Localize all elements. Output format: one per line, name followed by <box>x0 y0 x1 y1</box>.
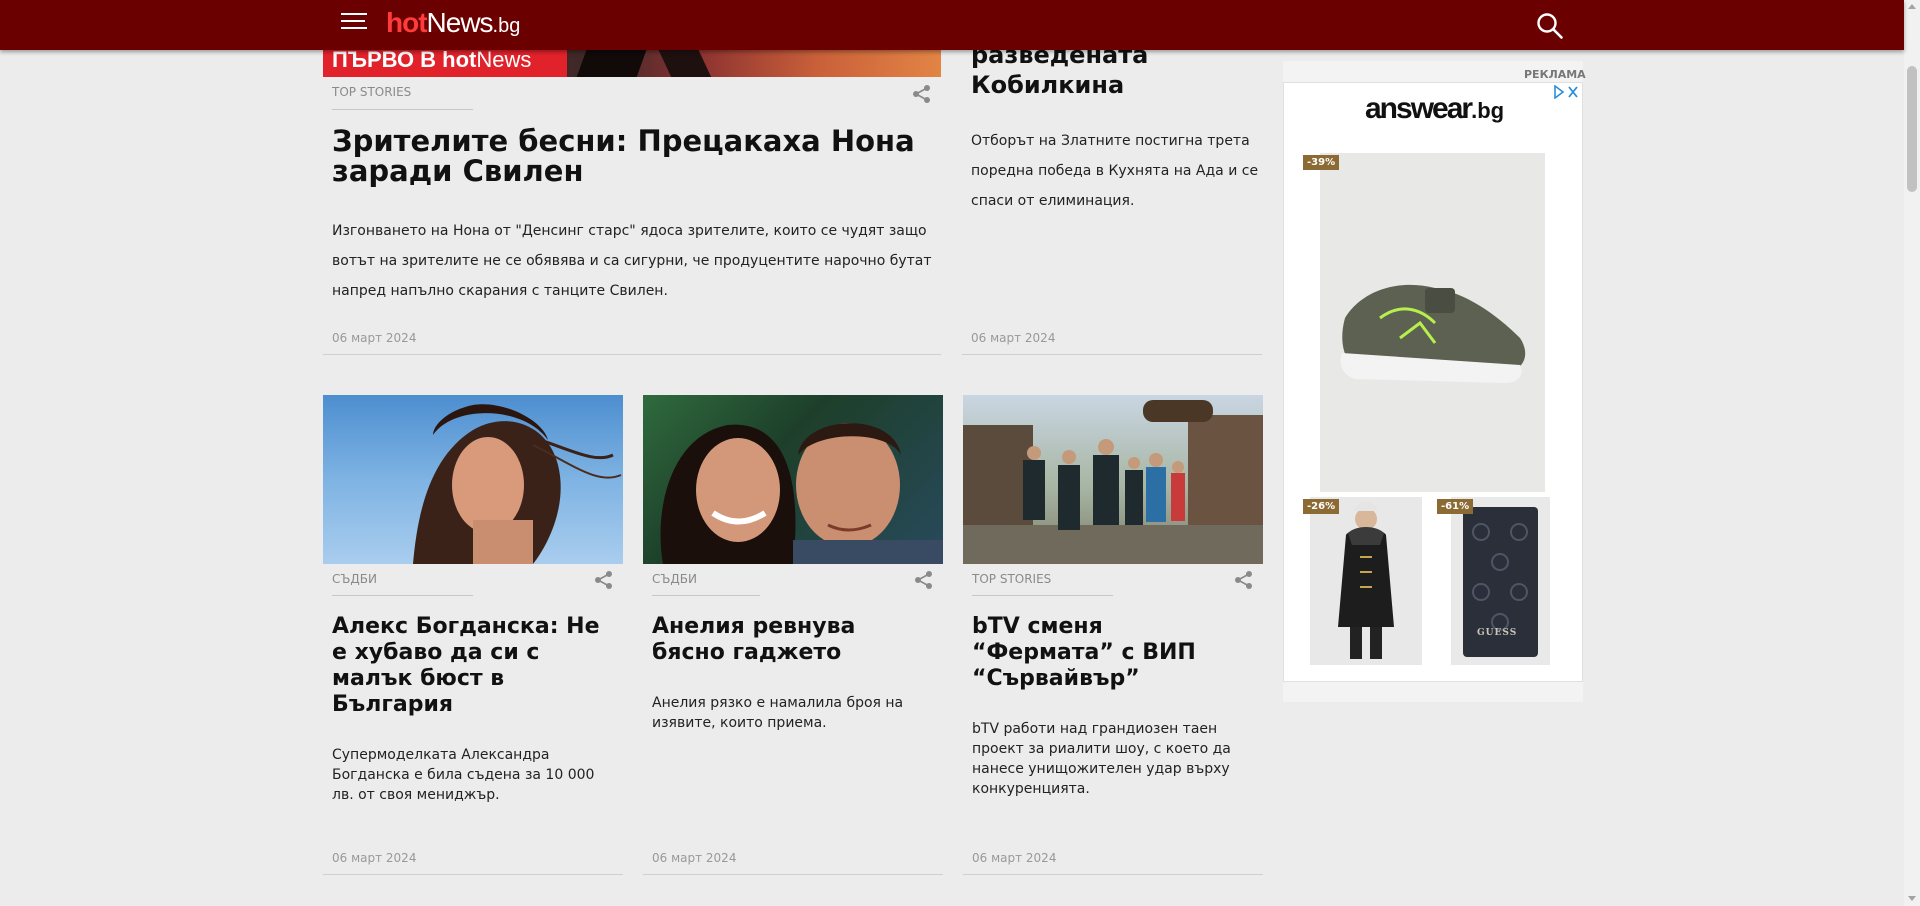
ad-product-image[interactable] <box>1310 497 1422 665</box>
search-icon[interactable] <box>1536 12 1564 40</box>
article-title[interactable]: Анелия ревнува бясно гаджето <box>652 614 932 666</box>
ad-brand-logo[interactable]: answear.bg <box>1365 92 1504 126</box>
article-date: 06 март 2024 <box>332 331 417 345</box>
article-date: 06 март 2024 <box>332 851 417 865</box>
article-category[interactable]: СЪДБИ <box>652 572 697 586</box>
article-divider <box>323 874 623 875</box>
badge-prefix: ПЪРВО В hot <box>332 47 477 72</box>
logo-hot: hot <box>386 7 428 38</box>
article-category[interactable]: СЪДБИ <box>332 572 377 586</box>
page-scrollbar[interactable] <box>1904 0 1920 906</box>
logo-news: News <box>426 7 494 38</box>
article-date: 06 март 2024 <box>652 851 737 865</box>
article-title[interactable]: bTV сменя “Фермата” с ВИП “Сървайвър” <box>972 614 1232 692</box>
article-divider <box>963 874 1263 875</box>
article-image[interactable] <box>643 395 943 564</box>
article-date: 06 март 2024 <box>971 331 1056 345</box>
category-divider <box>332 109 473 110</box>
category-divider <box>972 595 1113 596</box>
site-header: hotNews.bg <box>0 0 1904 50</box>
ad-brand-suffix: .bg <box>1471 98 1505 123</box>
article-summary: Супермоделката Александра Богданска е би… <box>332 747 595 803</box>
article-summary: bTV работи над грандиозен таен проект за… <box>972 721 1231 797</box>
article-category[interactable]: TOP STORIES <box>972 572 1051 586</box>
article-image[interactable] <box>323 395 623 564</box>
ad-product-image[interactable] <box>1320 153 1545 492</box>
scroll-down-arrow-icon[interactable] <box>1908 896 1916 901</box>
article-date: 06 март 2024 <box>972 851 1057 865</box>
ad-product-label: GUESS <box>1477 628 1518 638</box>
ad-discount-badge: -26% <box>1303 499 1340 514</box>
hamburger-icon[interactable] <box>341 13 367 35</box>
scrollbar-thumb[interactable] <box>1907 66 1917 192</box>
badge-suffix: News <box>476 47 532 72</box>
ad-brand: answear <box>1365 92 1473 125</box>
adchoices-icon[interactable] <box>1553 85 1579 99</box>
share-icon[interactable] <box>914 570 934 590</box>
article-divider <box>323 354 941 355</box>
article-summary: Изгонването на Нона от "Денсинг старс" я… <box>332 223 932 299</box>
article-divider <box>962 354 1262 355</box>
title-part-2: Кобилкина <box>971 71 1125 99</box>
article-divider <box>643 874 943 875</box>
share-icon[interactable] <box>1234 570 1254 590</box>
logo-bg: .bg <box>492 15 521 37</box>
share-icon[interactable] <box>912 84 932 104</box>
ad-product-image[interactable]: GUESS <box>1451 497 1550 665</box>
site-logo[interactable]: hotNews.bg <box>386 7 520 39</box>
ad-discount-badge: -39% <box>1303 155 1340 170</box>
category-divider <box>652 595 760 596</box>
share-icon[interactable] <box>594 570 614 590</box>
ad-discount-badge: -61% <box>1437 499 1474 514</box>
article-summary: Отборът на Златните постигна трета поред… <box>971 133 1259 209</box>
ad-label: РЕКЛАМА <box>1524 68 1586 81</box>
article-title[interactable]: Зрителите бесни: Прецакаха Нона заради С… <box>332 126 932 186</box>
category-divider <box>332 595 473 596</box>
article-title[interactable]: Алекс Богданска: Не е хубаво да си с мал… <box>332 614 617 718</box>
scroll-up-arrow-icon[interactable] <box>1908 4 1916 9</box>
article-summary: Анелия рязко е намалила броя на изявите,… <box>652 695 904 731</box>
article-category[interactable]: TOP STORIES <box>332 85 411 99</box>
article-image[interactable] <box>963 395 1263 564</box>
